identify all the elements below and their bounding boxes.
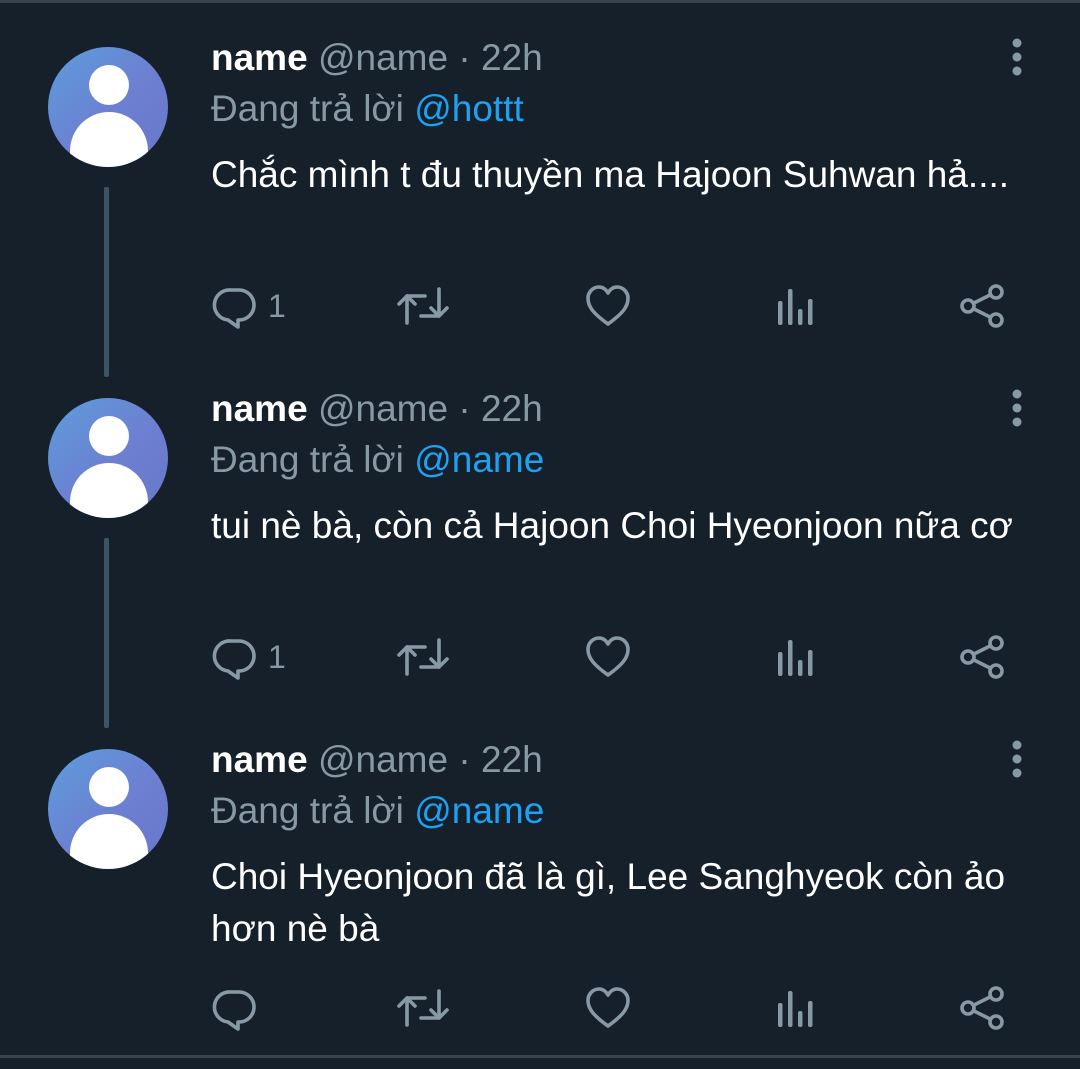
tweet-header: name @name · 22h	[211, 35, 543, 81]
display-name[interactable]: name	[211, 739, 308, 780]
avatar-body	[70, 814, 148, 869]
replying-to-label: Đang trả lời	[211, 88, 404, 129]
share-button[interactable]	[958, 983, 1006, 1033]
like-button[interactable]	[584, 281, 632, 331]
tweet-actions: 1	[0, 632, 1080, 682]
retweet-icon	[397, 638, 449, 676]
retweet-icon	[397, 989, 449, 1027]
avatar-body	[70, 463, 148, 518]
more-vertical-icon[interactable]	[1002, 737, 1032, 781]
reply-button[interactable]	[212, 983, 268, 1033]
separator-dot: ·	[458, 739, 471, 780]
tweet-thread: name @name · 22h Đang trả lời @hottt Chắ…	[0, 0, 1080, 1069]
display-name[interactable]: name	[211, 37, 308, 78]
views-button[interactable]	[774, 632, 818, 682]
tweet-text: Choi Hyeonjoon đã là gì, Lee Sanghyeok c…	[211, 856, 1006, 949]
user-handle[interactable]: @name	[318, 37, 448, 78]
retweet-button[interactable]	[396, 632, 450, 682]
reply-count: 1	[268, 638, 286, 675]
more-vertical-icon[interactable]	[1002, 35, 1032, 79]
share-icon	[960, 284, 1004, 328]
tweet[interactable]: name @name · 22h Đang trả lời @name Choi…	[0, 717, 1080, 1068]
avatar-body	[70, 112, 148, 167]
retweet-button[interactable]	[396, 281, 450, 331]
retweet-icon	[397, 287, 449, 325]
replying-to-label: Đang trả lời	[211, 790, 404, 831]
avatar-head	[89, 65, 129, 105]
reply-count: 1	[268, 287, 286, 324]
analytics-icon	[778, 991, 813, 1027]
analytics-icon	[778, 640, 813, 676]
heart-icon	[586, 285, 630, 326]
reply-button[interactable]: 1	[212, 281, 286, 331]
reply-icon	[212, 990, 256, 1031]
tweet-text: tui nè bà, còn cả Hajoon Choi Hyeonjoon …	[211, 505, 1013, 546]
tweet-header: name @name · 22h	[211, 386, 543, 432]
tweet-text: Chắc mình t đu thuyền ma Hajoon Suhwan h…	[211, 154, 1010, 195]
replying-to-mention[interactable]: @name	[414, 790, 544, 831]
tweet-actions: 1	[0, 281, 1080, 331]
share-button[interactable]	[958, 281, 1006, 331]
tweet[interactable]: name @name · 22h Đang trả lời @hottt Chắ…	[0, 15, 1080, 377]
tweet[interactable]: name @name · 22h Đang trả lời @name tui …	[0, 366, 1080, 728]
like-button[interactable]	[584, 983, 632, 1033]
share-icon	[960, 986, 1004, 1030]
user-handle[interactable]: @name	[318, 739, 448, 780]
reply-icon	[212, 639, 256, 680]
heart-icon	[586, 987, 630, 1028]
separator-dot: ·	[458, 37, 471, 78]
reply-button[interactable]: 1	[212, 632, 286, 682]
avatar[interactable]	[48, 47, 168, 167]
views-button[interactable]	[774, 281, 818, 331]
analytics-icon	[778, 289, 813, 325]
timestamp[interactable]: 22h	[481, 739, 543, 780]
replying-to-line: Đang trả lời @name	[211, 788, 544, 834]
separator-dot: ·	[458, 388, 471, 429]
replying-to-line: Đang trả lời @hottt	[211, 86, 524, 132]
replying-to-label: Đang trả lời	[211, 439, 404, 480]
avatar-head	[89, 767, 129, 807]
reply-icon	[212, 288, 256, 329]
timestamp[interactable]: 22h	[481, 37, 543, 78]
heart-icon	[586, 636, 630, 677]
share-icon	[960, 635, 1004, 679]
avatar[interactable]	[48, 749, 168, 869]
tweet-actions	[0, 983, 1080, 1033]
avatar[interactable]	[48, 398, 168, 518]
retweet-button[interactable]	[396, 983, 450, 1033]
tweet-header: name @name · 22h	[211, 737, 543, 783]
share-button[interactable]	[958, 632, 1006, 682]
replying-to-mention[interactable]: @name	[414, 439, 544, 480]
avatar-head	[89, 416, 129, 456]
timestamp[interactable]: 22h	[481, 388, 543, 429]
more-vertical-icon[interactable]	[1002, 386, 1032, 430]
bottom-divider	[0, 1055, 1080, 1058]
like-button[interactable]	[584, 632, 632, 682]
views-button[interactable]	[774, 983, 818, 1033]
replying-to-mention[interactable]: @hottt	[414, 88, 524, 129]
replying-to-line: Đang trả lời @name	[211, 437, 544, 483]
display-name[interactable]: name	[211, 388, 308, 429]
user-handle[interactable]: @name	[318, 388, 448, 429]
